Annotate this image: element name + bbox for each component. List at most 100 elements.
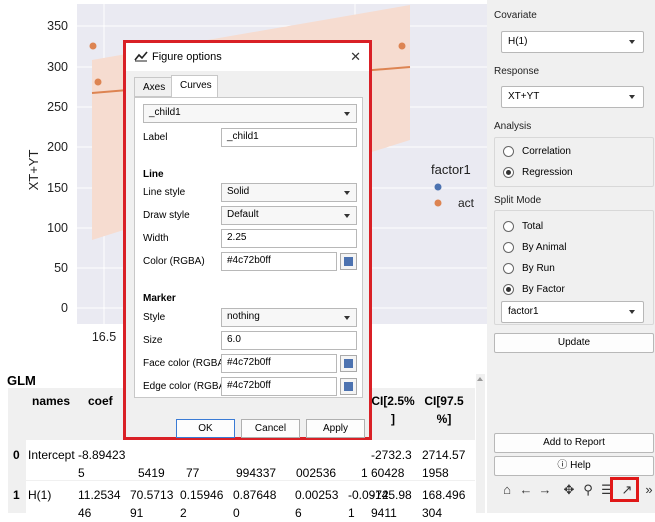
edge-color-input[interactable]: #4c72b0ff	[221, 377, 337, 396]
more-chevron-icon[interactable]: »	[641, 482, 655, 498]
cell: 002536	[296, 466, 337, 480]
covariate-value: H(1)	[508, 36, 528, 47]
radio-icon[interactable]	[503, 145, 514, 157]
y-tick-label: 150	[47, 181, 68, 195]
face-color-label: Face color (RGBA)	[143, 358, 228, 369]
cell: 0.002536	[295, 488, 339, 520]
cell: 994337	[236, 466, 277, 480]
update-button[interactable]: Update	[494, 333, 654, 353]
col-header[interactable]: coef	[88, 392, 113, 410]
cell-name: H(1)	[28, 488, 52, 502]
data-point	[89, 42, 97, 50]
cell-ci-low: -145.989411	[371, 488, 412, 520]
x-tick-label: 16.5	[92, 330, 116, 344]
factor-value: factor1	[508, 306, 539, 317]
y-tick-label: 300	[47, 60, 68, 74]
radio-selected-icon[interactable]	[503, 283, 514, 295]
figure-options-dialog: Figure options ✕ Axes Curves _child1 Lab…	[123, 40, 372, 440]
covariate-select[interactable]: H(1)	[501, 31, 644, 53]
tab-axes[interactable]: Axes	[134, 77, 172, 97]
label-label: Label	[143, 132, 168, 143]
legend-title: factor1	[431, 162, 471, 177]
col-header[interactable]: CI[97.5 %]	[419, 392, 469, 428]
forward-arrow-icon[interactable]: →	[537, 482, 553, 498]
row-index: 0	[13, 448, 20, 462]
chevron-down-icon	[629, 310, 635, 314]
help-button[interactable]: ⓘ Help	[494, 456, 654, 476]
zoom-icon[interactable]: ⚲	[580, 482, 596, 498]
radio-icon[interactable]	[503, 262, 514, 274]
chart-icon	[134, 51, 148, 62]
toolbar-highlight	[610, 477, 639, 502]
color-swatch	[344, 382, 353, 391]
width-input[interactable]: 2.25	[221, 229, 357, 248]
radio-by-animal[interactable]: By Animal	[503, 239, 566, 255]
apply-button[interactable]: Apply	[306, 419, 365, 438]
radio-by-factor[interactable]: By Factor	[503, 281, 565, 297]
face-color-swatch-button[interactable]	[340, 355, 357, 372]
response-value: XT+YT	[508, 91, 540, 102]
chevron-down-icon	[629, 40, 635, 44]
legend-marker-orange	[434, 199, 442, 207]
factor-select[interactable]: factor1	[501, 301, 644, 323]
vertical-scrollbar[interactable]	[476, 374, 485, 513]
y-tick-label: 100	[47, 221, 68, 235]
ok-button[interactable]: OK	[176, 419, 235, 438]
face-color-input[interactable]: #4c72b0ff	[221, 354, 337, 373]
edge-color-label: Edge color (RGBA)	[143, 381, 229, 392]
marker-section-heading: Marker	[143, 293, 176, 304]
size-input[interactable]: 6.0	[221, 331, 357, 350]
radio-correlation[interactable]: Correlation	[503, 143, 571, 159]
curves-tab-pane: _child1 Label _child1 Line Line style So…	[134, 97, 363, 398]
scroll-up-icon[interactable]	[477, 377, 483, 381]
data-point	[398, 42, 406, 50]
curve-select[interactable]: _child1	[143, 104, 357, 123]
response-select[interactable]: XT+YT	[501, 86, 644, 108]
tab-curves[interactable]: Curves	[171, 75, 218, 98]
width-label: Width	[143, 233, 169, 244]
color-input[interactable]: #4c72b0ff	[221, 252, 337, 271]
col-header[interactable]: names	[32, 392, 70, 410]
help-label: Help	[570, 460, 591, 471]
radio-total[interactable]: Total	[503, 218, 543, 234]
radio-icon[interactable]	[503, 220, 514, 232]
split-mode-label: Split Mode	[494, 195, 542, 206]
help-icon: ⓘ	[557, 460, 568, 471]
color-swatch-button[interactable]	[340, 253, 357, 270]
back-arrow-icon[interactable]: ←	[518, 482, 534, 498]
add-to-report-button[interactable]: Add to Report	[494, 433, 654, 453]
edge-color-swatch-button[interactable]	[340, 378, 357, 395]
control-panel: Covariate H(1) Response XT+YT Analysis C…	[487, 0, 655, 513]
cell-coef: -8.894235	[78, 448, 126, 480]
radio-regression[interactable]: Regression	[503, 164, 573, 180]
pan-icon[interactable]: ✥	[561, 482, 577, 498]
marker-style-value: nothing	[227, 311, 260, 322]
cell: 5419	[138, 466, 165, 480]
draw-style-select[interactable]: Default	[221, 206, 357, 225]
radio-label: By Factor	[522, 283, 565, 295]
analysis-label: Analysis	[494, 121, 532, 132]
cell-ci-high: 168.496304	[422, 488, 466, 520]
legend-entry: act	[458, 196, 475, 210]
home-icon[interactable]: ⌂	[499, 482, 515, 498]
radio-selected-icon[interactable]	[503, 166, 514, 178]
marker-style-select[interactable]: nothing	[221, 308, 357, 327]
curve-select-value: _child1	[149, 107, 181, 118]
radio-by-run[interactable]: By Run	[503, 260, 555, 276]
line-section-heading: Line	[143, 169, 164, 180]
dialog-title: Figure options	[152, 51, 222, 63]
y-tick-label: 200	[47, 140, 68, 154]
cancel-button[interactable]: Cancel	[241, 419, 300, 438]
color-swatch	[344, 359, 353, 368]
radio-label: Total	[522, 220, 544, 232]
color-swatch	[344, 257, 353, 266]
line-style-select[interactable]: Solid	[221, 183, 357, 202]
line-style-value: Solid	[227, 186, 250, 197]
close-icon[interactable]: ✕	[350, 49, 361, 65]
dialog-titlebar[interactable]: Figure options ✕	[126, 43, 369, 71]
size-label: Size	[143, 335, 163, 346]
col-header[interactable]: CI[2.5% ]	[368, 392, 418, 428]
covariate-label: Covariate	[494, 10, 537, 21]
label-input[interactable]: _child1	[221, 128, 357, 147]
radio-icon[interactable]	[503, 241, 514, 253]
